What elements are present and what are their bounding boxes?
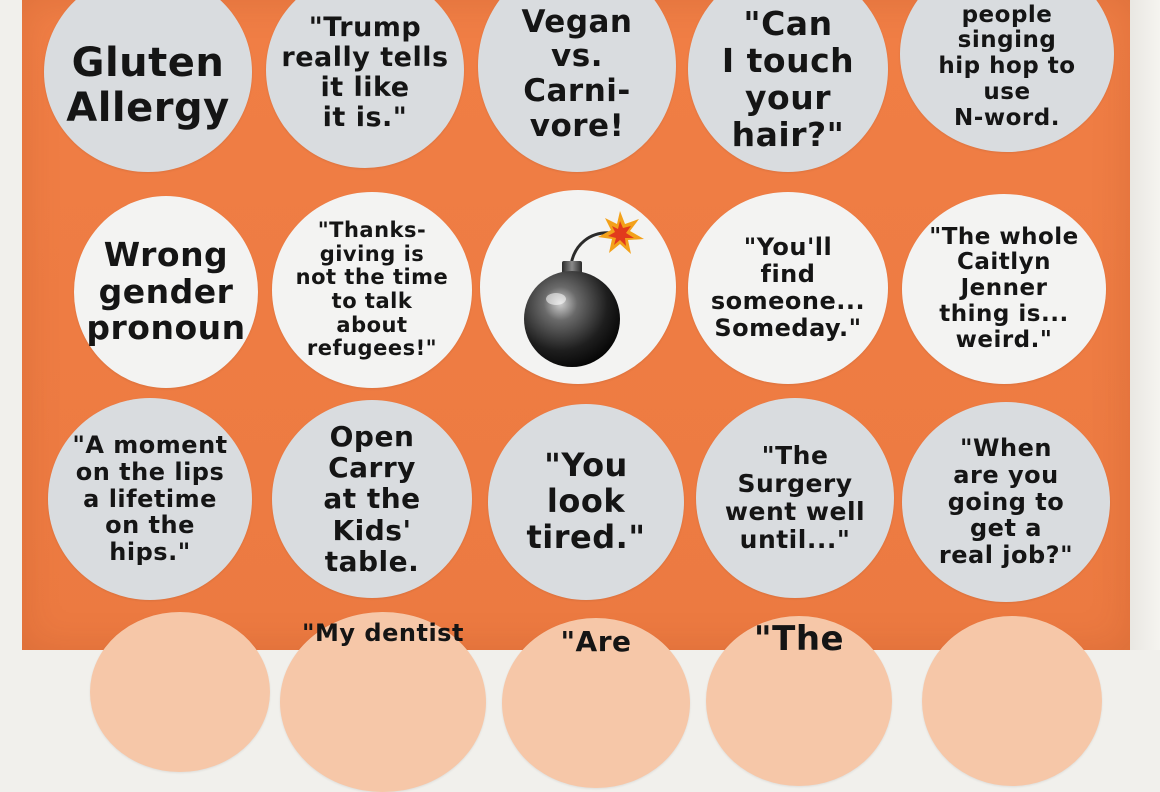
square-text: Open Carry at the Kids' table. [323, 419, 421, 579]
square-text: Wrong gender pronoun [86, 234, 246, 348]
bomb-icon [508, 207, 648, 367]
square-text: "The [753, 619, 845, 659]
bingo-square-gluten-allergy: Gluten Allergy [44, 0, 252, 172]
bingo-square-row4-col4: "The [706, 616, 892, 786]
square-text: "You'll find someone... Someday." [710, 233, 866, 342]
square-text: Gluten Allergy [66, 40, 230, 131]
bingo-square-caitlyn-jenner: "The whole Caitlyn Jenner thing is... we… [902, 194, 1106, 384]
bingo-square-moment-on-lips: "A moment on the lips a lifetime on the … [48, 398, 252, 600]
bingo-square-touch-hair: "Can I touch your hair?" [688, 0, 888, 172]
square-text: "Thanks- giving is not the time to talk … [295, 218, 449, 361]
bingo-square-find-someone: "You'll find someone... Someday." [688, 192, 888, 384]
bingo-square-free-space [480, 190, 676, 384]
square-text: people singing hip hop to use N-word. [938, 1, 1076, 131]
square-text: "A moment on the lips a lifetime on the … [72, 430, 228, 567]
square-text: "Trump really tells it like it is." [281, 11, 449, 134]
square-text: "The whole Caitlyn Jenner thing is... we… [929, 223, 1079, 353]
bingo-square-my-dentist: "My dentist [280, 612, 486, 792]
bingo-square-wrong-pronoun: Wrong gender pronoun [74, 196, 258, 388]
bingo-square-trump-quote: "Trump really tells it like it is." [266, 0, 464, 168]
bingo-square-you-look-tired: "You look tired." [488, 404, 684, 600]
square-text: "You look tired." [526, 446, 646, 556]
square-text: Vegan vs. Carni- vore! [521, 3, 633, 144]
square-text: "When are you going to get a real job?" [938, 433, 1074, 570]
bingo-board: Gluten Allergy "Trump really tells it li… [22, 0, 1130, 792]
bingo-square-thanksgiving-refugees: "Thanks- giving is not the time to talk … [272, 192, 472, 388]
square-text: "The Surgery went well until..." [724, 441, 866, 554]
square-text: "Are [560, 625, 632, 658]
square-text: "My dentist [302, 619, 464, 647]
square-text: "Can I touch your hair?" [721, 4, 855, 154]
bingo-square-row4-col3: "Are [502, 618, 690, 788]
bingo-square-open-carry: Open Carry at the Kids' table. [272, 400, 472, 598]
bingo-square-real-job: "When are you going to get a real job?" [902, 402, 1110, 602]
bingo-square-vegan-vs-carnivore: Vegan vs. Carni- vore! [478, 0, 676, 172]
bingo-square-row4-col5 [922, 616, 1102, 786]
paper-edge [1130, 0, 1160, 650]
bingo-square-row4-col1 [90, 612, 270, 772]
bingo-square-n-word: people singing hip hop to use N-word. [900, 0, 1114, 152]
bingo-square-surgery: "The Surgery went well until..." [696, 398, 894, 598]
